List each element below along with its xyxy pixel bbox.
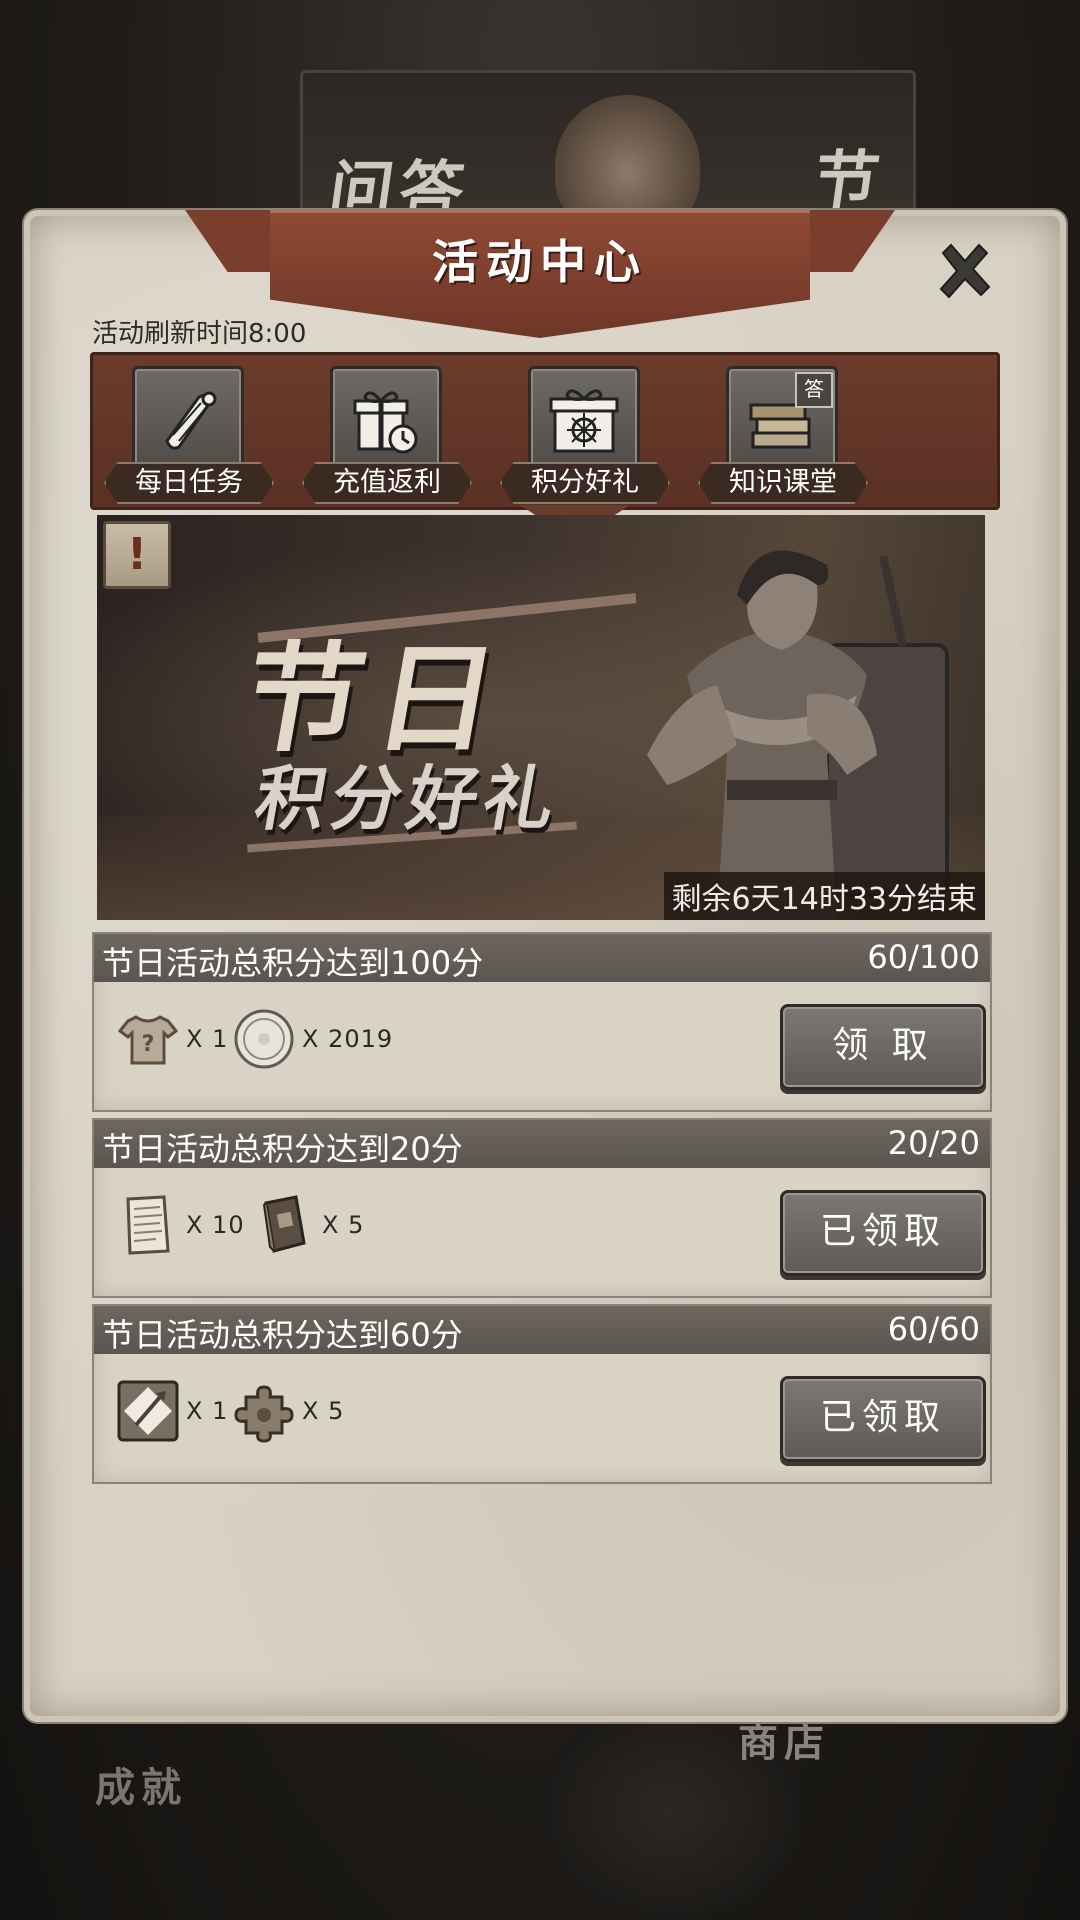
task-row: 节日活动总积分达到100分 60/100 ? X 1 X 2019 领 取 [92,932,992,1112]
reward-item[interactable]: X 2019 [230,1004,393,1074]
event-countdown: 剩余6天14时33分结束 [663,872,985,920]
coin-icon [230,1005,298,1073]
alert-icon: ! [126,529,148,580]
tab-label: 每日任务 [104,462,274,504]
gift-box-icon [528,366,640,478]
claimed-button[interactable]: 已领取 [780,1376,986,1462]
task-title: 节日活动总积分达到60分 [102,1316,463,1354]
reward-item[interactable]: X 5 [230,1376,344,1446]
claimed-button[interactable]: 已领取 [780,1190,986,1276]
reward-quantity: X 5 [322,1211,365,1239]
task-row: 节日活动总积分达到60分 60/60 X 1 X 5 已领取 [92,1304,992,1484]
close-button[interactable] [930,236,1000,306]
tab-recharge-rebate[interactable]: 充值返利 [302,366,472,506]
quiz-badge: 答 [795,372,833,408]
tab-points-gift[interactable]: 积分好礼 [500,366,670,506]
task-progress: 60/60 [887,1310,980,1348]
reward-quantity: X 10 [186,1211,245,1239]
reward-item[interactable]: X 5 [250,1190,364,1260]
mystery-shirt-icon: ? [114,1005,182,1073]
task-progress: 60/100 [867,938,980,976]
gift-clock-icon [330,366,442,478]
panel-title: 活动中心 [432,235,648,289]
spear-badge-icon [114,1377,182,1445]
tab-label: 知识课堂 [698,462,868,504]
task-header: 节日活动总积分达到100分 60/100 [94,934,990,982]
refresh-time: 活动刷新时间8:00 [92,319,307,349]
reward-quantity: X 5 [302,1397,345,1425]
event-banner: 节日 积分好礼 剩余6天14时33分结束 [97,515,985,920]
close-icon [939,243,991,299]
background-label-right: 节 [808,145,884,219]
reward-item[interactable]: X 10 [114,1190,245,1260]
task-progress: 20/20 [887,1124,980,1162]
reward-item[interactable]: X 1 [114,1376,228,1446]
book-icon [250,1191,318,1259]
hero-character-image [647,550,949,920]
task-header: 节日活动总积分达到60分 60/60 [94,1306,990,1354]
task-title: 节日活动总积分达到20分 [102,1130,463,1168]
tab-knowledge-class[interactable]: 知识课堂 [698,366,868,506]
achievements-label: 成就 [95,1765,187,1811]
paper-icon [114,1191,182,1259]
task-header: 节日活动总积分达到20分 20/20 [94,1120,990,1168]
banner-subtitle: 积分好礼 [248,758,568,840]
svg-text:?: ? [142,1032,155,1057]
tab-label: 充值返利 [302,462,472,504]
puzzle-piece-icon [230,1377,298,1445]
tab-daily-tasks[interactable]: 每日任务 [104,366,274,506]
reward-quantity: X 2019 [302,1025,394,1053]
scroll-icon [132,366,244,478]
tab-label: 积分好礼 [500,462,670,504]
task-row: 节日活动总积分达到20分 20/20 X 10 X 5 已领取 [92,1118,992,1298]
task-title: 节日活动总积分达到100分 [102,944,484,982]
info-alert-button[interactable]: ! [103,521,171,589]
reward-item[interactable]: ? X 1 [114,1004,228,1074]
claim-button[interactable]: 领 取 [780,1004,986,1090]
reward-quantity: X 1 [186,1397,229,1425]
reward-quantity: X 1 [186,1025,229,1053]
